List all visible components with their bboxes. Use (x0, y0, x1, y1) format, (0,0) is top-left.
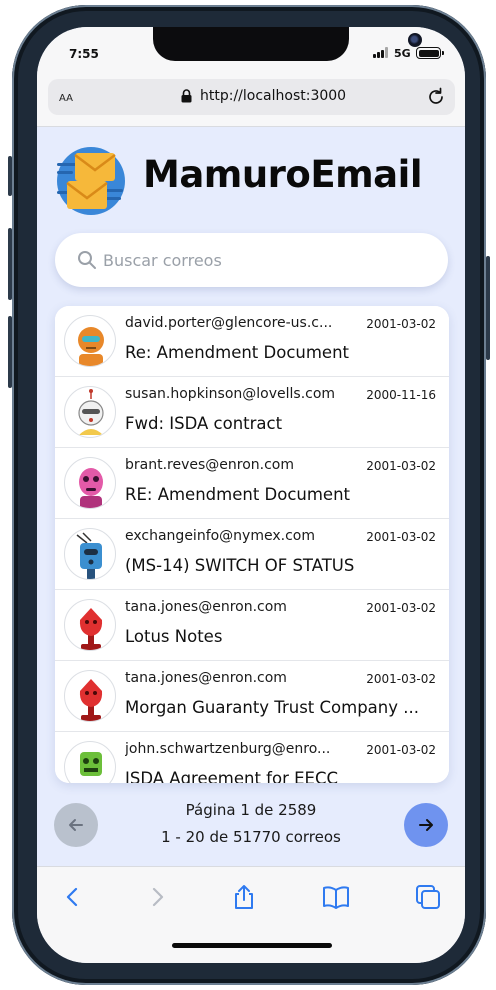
email-row[interactable]: susan.hopkinson@lovells.com 2000-11-16 F… (55, 377, 449, 448)
robot-avatar-icon (79, 608, 103, 650)
email-date: 2001-03-02 (366, 459, 436, 473)
phone-screen: 7:55 5G AA http://localhost:3000 MamuroE… (37, 27, 465, 963)
email-row[interactable]: exchangeinfo@nymex.com 2001-03-02 (MS-14… (55, 519, 449, 590)
robot-avatar-icon (80, 752, 102, 776)
email-sender: david.porter@glencore-us.c... (125, 315, 333, 331)
email-subject: Fwd: ISDA contract (125, 414, 283, 433)
email-date: 2000-11-16 (366, 388, 436, 402)
app-title: MamuroEmail (143, 153, 423, 196)
browser-toolbar (37, 866, 465, 963)
text-size-button[interactable]: AA (59, 90, 73, 105)
notch (153, 27, 422, 61)
robot-avatar (64, 528, 116, 580)
results-count: 1 - 20 de 51770 correos (161, 828, 341, 846)
email-subject: Morgan Guaranty Trust Company ... (125, 698, 419, 717)
search-input[interactable] (103, 245, 423, 275)
email-row[interactable]: tana.jones@enron.com 2001-03-02 Morgan G… (55, 661, 449, 732)
back-icon[interactable] (59, 883, 87, 911)
tabs-icon[interactable] (414, 883, 442, 911)
robot-avatar (64, 315, 116, 367)
share-icon[interactable] (230, 883, 258, 911)
signal-icon (373, 47, 389, 58)
email-date: 2001-03-02 (366, 672, 436, 686)
bookmarks-icon[interactable] (322, 883, 350, 911)
email-date: 2001-03-02 (366, 601, 436, 615)
search-icon (78, 251, 96, 269)
email-subject: Re: Amendment Document (125, 343, 349, 362)
robot-avatar-icon (76, 532, 102, 579)
robot-avatar-icon (79, 468, 103, 508)
search-bar[interactable] (55, 233, 448, 287)
email-date: 2001-03-02 (366, 743, 436, 757)
url-text[interactable]: http://localhost:3000 (200, 88, 346, 104)
email-sender: tana.jones@enron.com (125, 599, 287, 615)
email-sender: john.schwartzenburg@enro... (125, 741, 331, 757)
email-row[interactable]: john.schwartzenburg@enro... 2001-03-02 I… (55, 732, 449, 783)
email-list[interactable]: david.porter@glencore-us.c... 2001-03-02… (55, 306, 449, 783)
arrow-right-icon (419, 819, 433, 831)
email-date: 2001-03-02 (366, 530, 436, 544)
pagination: Página 1 de 2589 1 - 20 de 51770 correos (37, 791, 465, 863)
robot-avatar-icon (78, 389, 104, 435)
robot-avatar (64, 741, 116, 783)
lock-icon (181, 89, 192, 103)
robot-avatar-icon (79, 679, 103, 721)
address-bar[interactable]: AA http://localhost:3000 (48, 79, 455, 115)
email-sender: susan.hopkinson@lovells.com (125, 386, 336, 402)
forward-icon[interactable] (143, 883, 171, 911)
home-indicator (172, 943, 332, 948)
email-sender: brant.reves@enron.com (125, 457, 295, 473)
clock: 7:55 (69, 47, 99, 61)
next-page-button[interactable] (404, 803, 448, 847)
robot-avatar (64, 457, 116, 509)
email-row[interactable]: tana.jones@enron.com 2001-03-02 Lotus No… (55, 590, 449, 661)
reload-icon[interactable] (426, 87, 446, 107)
power-button (486, 256, 490, 360)
browser-address-area: AA http://localhost:3000 (37, 79, 465, 127)
email-sender: tana.jones@enron.com (125, 670, 287, 686)
email-sender: exchangeinfo@nymex.com (125, 528, 315, 544)
page-indicator: Página 1 de 2589 (185, 801, 317, 819)
app-logo-icon (57, 147, 125, 215)
email-subject: Lotus Notes (125, 627, 223, 646)
robot-avatar (64, 599, 116, 651)
robot-avatar-icon (78, 327, 104, 366)
camera (408, 33, 422, 47)
robot-avatar (64, 670, 116, 722)
email-subject: RE: Amendment Document (125, 485, 351, 504)
network-label: 5G (394, 47, 411, 60)
robot-avatar (64, 386, 116, 438)
email-row[interactable]: david.porter@glencore-us.c... 2001-03-02… (55, 306, 449, 377)
email-subject: ISDA Agreement for EECC (125, 769, 338, 783)
email-row[interactable]: brant.reves@enron.com 2001-03-02 RE: Ame… (55, 448, 449, 519)
email-date: 2001-03-02 (366, 317, 436, 331)
battery-icon (416, 47, 444, 59)
email-subject: (MS-14) SWITCH OF STATUS (125, 556, 355, 575)
